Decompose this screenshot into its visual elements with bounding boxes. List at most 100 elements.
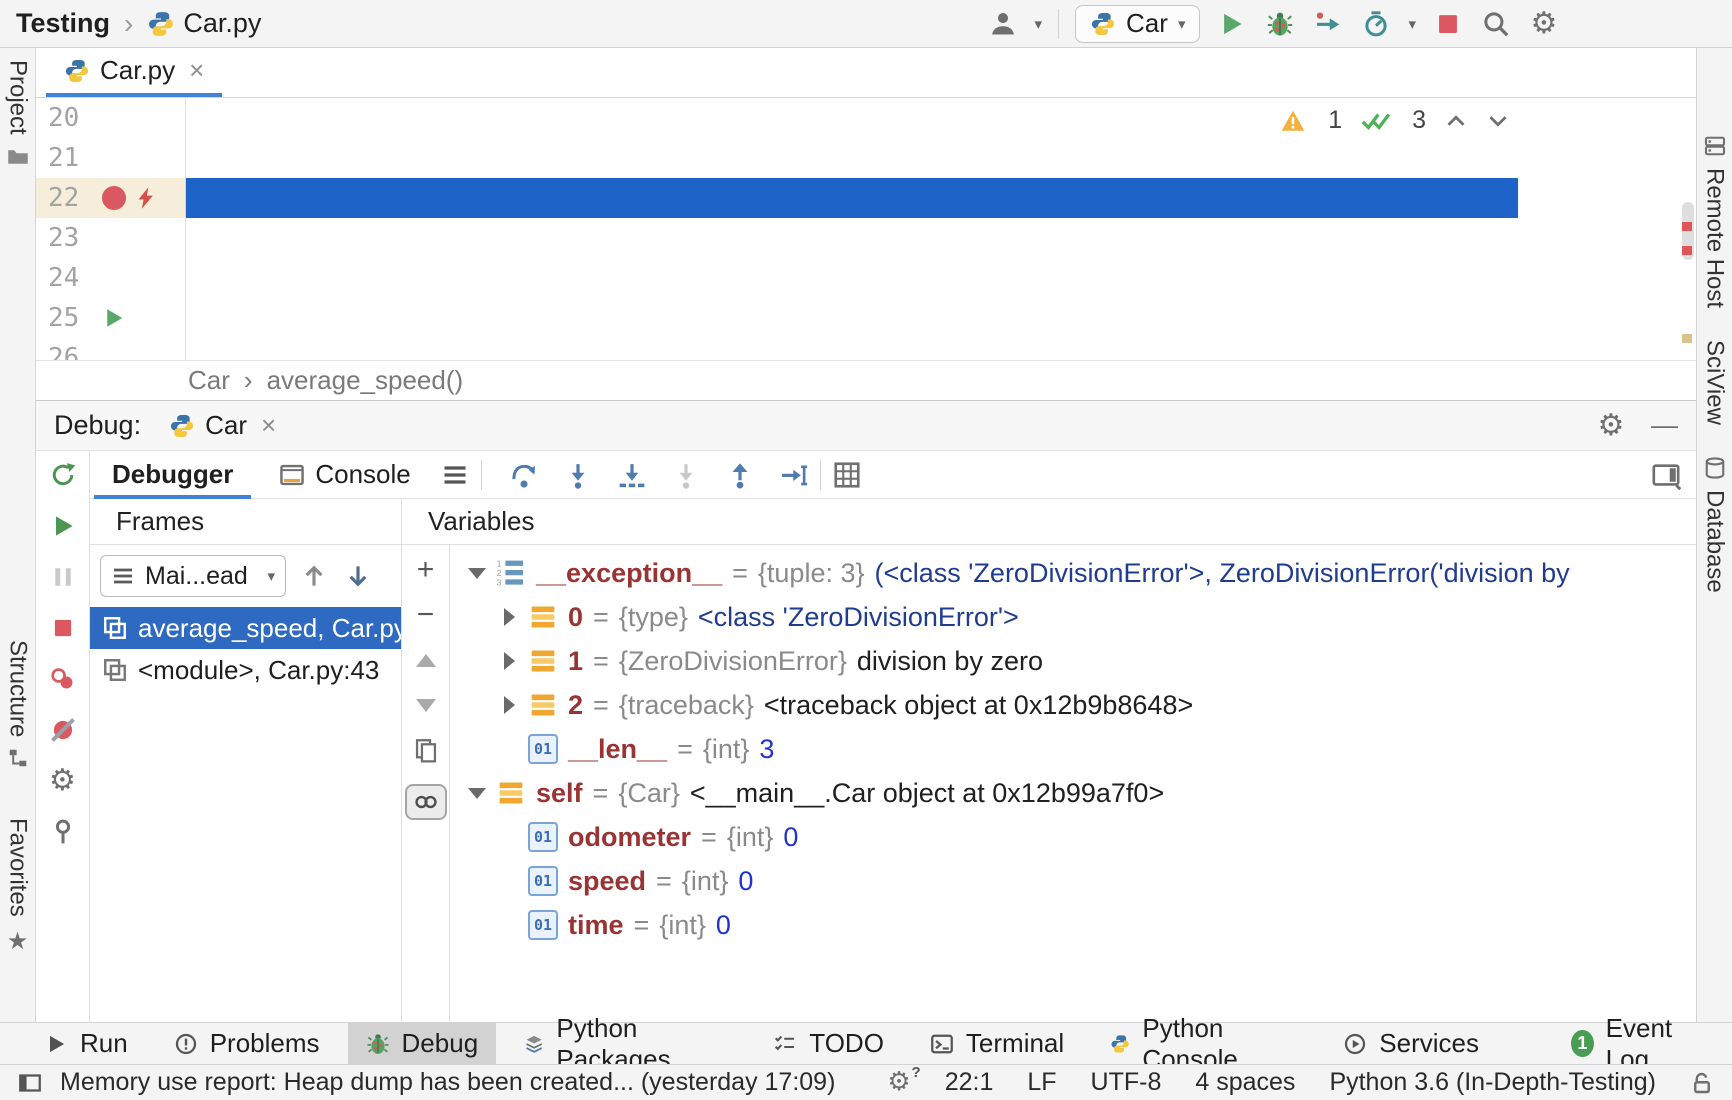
toolwindow-tab-todo[interactable]: TODO [755, 1023, 902, 1064]
hide-toolwindow-button[interactable]: — [1651, 410, 1678, 441]
chevron-down-icon[interactable] [1486, 109, 1510, 133]
toolwindow-tab-event-log[interactable]: 1 Event Log [1553, 1023, 1722, 1064]
rerun-button[interactable] [47, 459, 79, 491]
file-encoding[interactable]: UTF-8 [1091, 1068, 1162, 1097]
toolwindow-tab-services[interactable]: Services [1325, 1023, 1497, 1064]
move-down-button[interactable] [409, 690, 443, 720]
variable-row[interactable]: 0 = {type} <class 'ZeroDivisionError'> [450, 595, 1696, 639]
tab-car-py[interactable]: Car.py × [46, 48, 222, 97]
run-to-cursor-button[interactable] [778, 459, 810, 491]
pin-button[interactable] [47, 816, 79, 848]
step-into-my-code-button[interactable] [616, 459, 648, 491]
toolwindow-tab-python-console[interactable]: Python Console [1092, 1023, 1315, 1064]
pop-frame-up-button[interactable] [298, 560, 330, 592]
toolwindow-tab-run[interactable]: Run [26, 1023, 146, 1064]
breadcrumb-project[interactable]: Testing [16, 8, 110, 39]
variable-row-exception[interactable]: 1 2 3 __exception__ = {tuple: 3} (<class… [450, 551, 1696, 595]
line-separator[interactable]: LF [1027, 1068, 1056, 1097]
warning-icon[interactable] [1280, 108, 1306, 134]
warning-count[interactable]: 1 [1324, 106, 1342, 135]
remove-watch-button[interactable]: − [409, 600, 443, 630]
pause-button[interactable] [47, 561, 79, 593]
breadcrumb-method[interactable]: average_speed() [267, 365, 464, 396]
variable-row-self[interactable]: self = {Car} <__main__.Car object at 0x1… [450, 771, 1696, 815]
variable-row[interactable]: 01 speed = {int} 0 [450, 859, 1696, 903]
profiler-button[interactable] [1360, 8, 1392, 40]
gutter-line-26[interactable]: 26 [36, 338, 186, 360]
step-into-button[interactable] [562, 459, 594, 491]
chevron-right-icon[interactable] [492, 696, 526, 714]
double-check-icon[interactable] [1360, 108, 1390, 134]
breadcrumb-class[interactable]: Car [188, 365, 230, 396]
thread-selector[interactable]: Mai...ead ▾ [100, 555, 286, 597]
tab-console[interactable]: Console [261, 451, 428, 499]
error-stripe-mark[interactable] [1682, 246, 1692, 255]
run-config-selector[interactable]: Car ▾ [1075, 5, 1200, 43]
close-icon[interactable]: × [185, 55, 204, 86]
debug-settings-button[interactable]: ⚙ [1595, 410, 1627, 442]
gutter-line-23[interactable]: 23 [36, 218, 186, 258]
variable-row[interactable]: 1 = {ZeroDivisionError} division by zero [450, 639, 1696, 683]
gutter-line-20[interactable]: 20 [36, 98, 186, 138]
debugger-settings-button[interactable]: ⚙ [47, 765, 79, 797]
gutter-line-22[interactable]: 22 [36, 178, 186, 218]
user-dropdown-icon[interactable]: ▾ [1035, 15, 1043, 33]
search-everywhere-button[interactable] [1480, 8, 1512, 40]
frame-item[interactable]: <module>, Car.py:43 [90, 649, 401, 691]
variable-row[interactable]: 2 = {traceback} <traceback object at 0x1… [450, 683, 1696, 727]
toolwindow-tab-debug[interactable]: Debug [348, 1023, 497, 1064]
sidebar-item-favorites[interactable]: Favorites ★ [0, 818, 35, 955]
chevron-right-icon[interactable] [492, 608, 526, 626]
run-button[interactable] [1216, 8, 1248, 40]
indent-setting[interactable]: 4 spaces [1195, 1068, 1295, 1097]
warning-stripe-mark[interactable] [1682, 334, 1692, 343]
frame-down-button[interactable] [342, 560, 374, 592]
status-message[interactable]: Memory use report: Heap dump has been cr… [60, 1068, 835, 1097]
force-step-into-button[interactable] [670, 459, 702, 491]
gutter-line-25[interactable]: 25 [36, 298, 186, 338]
variable-row[interactable]: 01 odometer = {int} 0 [450, 815, 1696, 859]
ok-count[interactable]: 3 [1408, 106, 1426, 135]
move-up-button[interactable] [409, 645, 443, 675]
restore-layout-button[interactable] [1650, 459, 1682, 491]
background-tasks-icon[interactable]: ⚙ ? [887, 1068, 910, 1097]
run-with-coverage-button[interactable] [1312, 8, 1344, 40]
evaluate-expression-button[interactable] [831, 459, 863, 491]
gutter-line-21[interactable]: 21 [36, 138, 186, 178]
toolwindow-tab-terminal[interactable]: Terminal [912, 1023, 1082, 1064]
resume-button[interactable] [47, 510, 79, 542]
stop-button[interactable] [1432, 8, 1464, 40]
close-icon[interactable]: × [257, 410, 276, 441]
duplicate-watch-button[interactable] [409, 735, 443, 765]
chevron-down-icon[interactable] [460, 788, 494, 799]
sidebar-item-project[interactable]: Project [0, 60, 35, 169]
tab-debugger[interactable]: Debugger [94, 451, 251, 499]
toolwindow-tab-problems[interactable]: Problems [156, 1023, 338, 1064]
user-button[interactable] [987, 8, 1019, 40]
caret-position[interactable]: 22:1 [945, 1068, 994, 1097]
breakpoint-icon[interactable] [102, 186, 126, 210]
debug-session-tab[interactable]: Car × [169, 410, 276, 441]
step-out-button[interactable] [724, 459, 756, 491]
debug-button[interactable] [1264, 8, 1296, 40]
view-breakpoints-button[interactable] [47, 663, 79, 695]
add-watch-button[interactable]: + [409, 555, 443, 585]
layout-menu-button[interactable] [439, 459, 471, 491]
sidebar-item-structure[interactable]: Structure [0, 640, 35, 769]
toolwindow-tab-python-packages[interactable]: Python Packages [506, 1023, 745, 1064]
python-interpreter[interactable]: Python 3.6 (In-Depth-Testing) [1329, 1068, 1656, 1097]
variable-row[interactable]: 01 __len__ = {int} 3 [450, 727, 1696, 771]
chevron-right-icon[interactable] [492, 652, 526, 670]
settings-button[interactable]: ⚙ [1528, 8, 1560, 40]
toolwindow-toggle-icon[interactable] [18, 1071, 42, 1095]
profiler-dropdown-icon[interactable]: ▾ [1408, 15, 1416, 33]
code-editor[interactable]: 20 21 def average_speed(self): self: <__… [36, 98, 1696, 360]
show-return-values-toggle[interactable] [405, 784, 447, 820]
chevron-up-icon[interactable] [1444, 109, 1468, 133]
mute-breakpoints-button[interactable] [47, 714, 79, 746]
sidebar-item-remote-host[interactable]: Remote Host [1697, 134, 1732, 308]
gutter-line-24[interactable]: 24 [36, 258, 186, 298]
stop-button[interactable] [47, 612, 79, 644]
run-line-icon[interactable] [102, 306, 126, 330]
lock-icon[interactable] [1690, 1071, 1714, 1095]
